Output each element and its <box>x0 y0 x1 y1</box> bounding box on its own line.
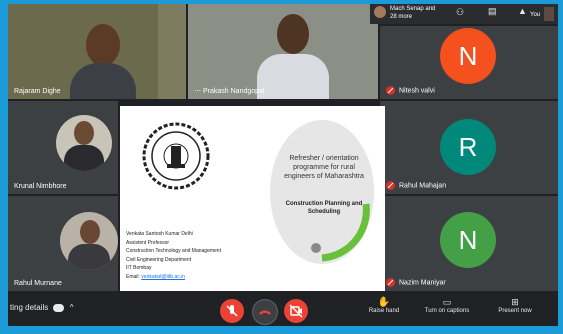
participant-avatar <box>60 212 118 270</box>
self-avatar <box>544 7 554 21</box>
mic-off-icon <box>386 181 395 190</box>
participants-label: Mach Senap and 28 more <box>390 6 436 20</box>
present-icon: ⊞ <box>511 297 519 307</box>
participant-avatar: N <box>440 28 496 84</box>
participant-tile-6[interactable]: Rahul Murnane <box>8 196 118 291</box>
participant-avatar: R <box>440 119 496 175</box>
people-icon[interactable]: ⚇ <box>456 7 464 18</box>
participant-video <box>68 18 138 99</box>
bottom-bar: ting details ^ ✋ Raise hand ▭ Turn on ca… <box>8 291 558 326</box>
top-bar: Mach Senap and 28 more ⚇ ▤ ▲ You <box>370 4 558 24</box>
participant-tile-5[interactable]: R Rahul Mahajan <box>380 101 558 194</box>
participant-name: Rajaram Dighe <box>14 88 61 95</box>
present-now-button[interactable]: ⊞ Present now <box>492 297 538 314</box>
participant-name: Rahul Mahajan <box>386 181 446 190</box>
mic-off-icon <box>226 305 238 317</box>
institute-logo <box>140 120 212 192</box>
participant-name: Krunal Nimbhore <box>14 183 67 190</box>
end-call-button[interactable] <box>252 299 278 325</box>
camera-off-icon <box>289 304 303 318</box>
chat-icon[interactable]: ▤ <box>488 6 497 17</box>
participant-tile-1[interactable]: Rajaram Dighe <box>8 4 186 99</box>
slide-graphic-circle <box>270 120 374 264</box>
camera-toggle-button[interactable] <box>284 299 308 323</box>
slide-subtitle: Construction Planning and Scheduling <box>285 201 363 215</box>
participant-tile-2[interactable]: ⋯ Prakash Nandgopal <box>188 4 378 99</box>
participant-tile-7[interactable]: N Nazim Maniyar <box>380 196 558 291</box>
captions-icon: ▭ <box>442 297 452 307</box>
participant-name: Nazim Maniyar <box>386 278 446 287</box>
shared-slide: Refresher / orientation programme for ru… <box>120 106 385 292</box>
presenter-info: Venkata Santosh Kumar Delhi Assistent Pr… <box>126 231 221 280</box>
you-label: You <box>530 12 541 18</box>
chevron-up-icon: ^ <box>69 303 74 312</box>
slide-title: Refresher / orientation programme for ru… <box>284 155 364 180</box>
participant-name: Nitesh valvi <box>386 86 435 95</box>
participant-tile-4[interactable]: Krunal Nimbhore <box>8 101 118 194</box>
meeting-details-button[interactable]: ting details ^ <box>10 303 73 312</box>
end-call-icon <box>259 310 271 315</box>
meeting-stage: Rajaram Dighe ⋯ Prakash Nandgopal Mach Se… <box>8 4 558 326</box>
participant-tile-3[interactable]: N Nitesh valvi <box>380 26 558 99</box>
more-icon: ⋯ <box>194 88 201 95</box>
captions-button[interactable]: ▭ Turn on captions <box>422 297 472 314</box>
participant-video <box>253 12 333 99</box>
mic-toggle-button[interactable] <box>220 299 244 323</box>
info-icon <box>53 303 65 312</box>
participant-avatar: N <box>440 212 496 268</box>
mic-off-icon <box>386 278 395 287</box>
participant-avatar <box>374 6 386 18</box>
participant-name: Rahul Murnane <box>14 280 62 287</box>
participant-avatar <box>56 115 112 171</box>
activities-icon[interactable]: ▲ <box>518 6 527 16</box>
participant-name: ⋯ Prakash Nandgopal <box>194 88 265 95</box>
email-link[interactable]: venkatad@iitb.ac.in <box>141 274 185 280</box>
raise-hand-button[interactable]: ✋ Raise hand <box>364 297 404 314</box>
hand-icon: ✋ <box>377 297 391 308</box>
mic-off-icon <box>386 86 395 95</box>
